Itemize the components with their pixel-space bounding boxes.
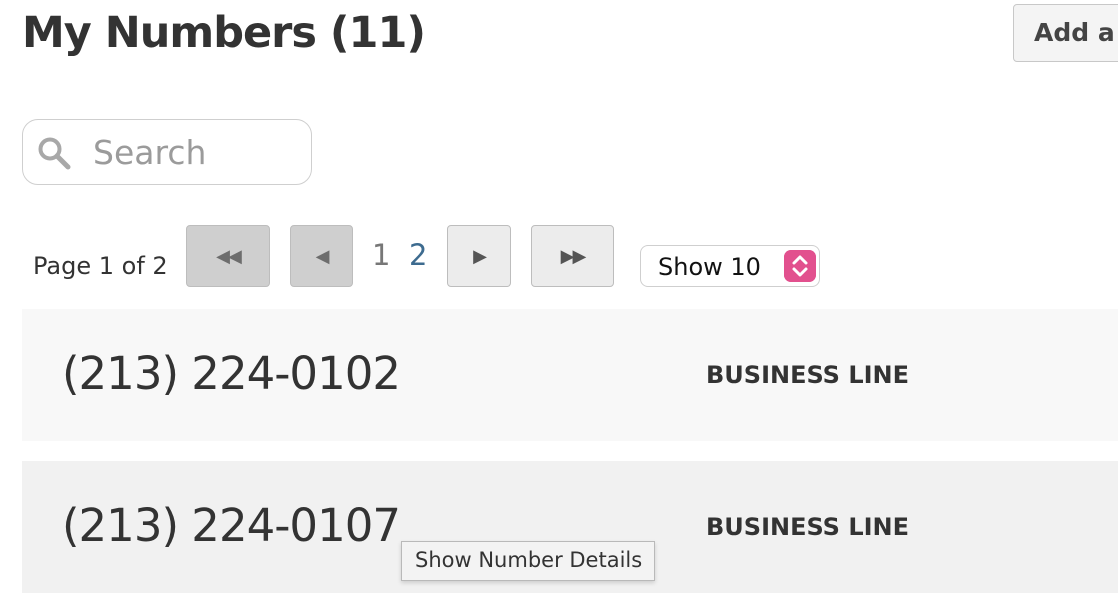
first-page-button[interactable]: ◀◀ (186, 225, 270, 287)
search-icon (38, 137, 71, 170)
add-user-button[interactable]: Add a U (1013, 4, 1118, 62)
page-number-link[interactable]: 2 (409, 238, 427, 272)
phone-number: (213) 224-0102 (62, 347, 401, 400)
page-number-current: 1 (372, 238, 391, 272)
tooltip: Show Number Details (401, 541, 655, 581)
number-row[interactable]: (213) 224-0102 BUSINESS LINE (22, 309, 1118, 441)
phone-number: (213) 224-0107 (62, 499, 401, 552)
search-field[interactable] (22, 119, 312, 185)
prev-page-button[interactable]: ◀ (290, 225, 353, 287)
line-type: BUSINESS LINE (706, 513, 910, 541)
page-size-select[interactable]: Show 10 (640, 245, 820, 287)
page-size-value: Show 10 (658, 253, 761, 281)
page-indicator: Page 1 of 2 (33, 252, 168, 280)
last-page-button[interactable]: ▶▶ (531, 225, 614, 287)
page-title: My Numbers (11) (22, 8, 426, 58)
search-input[interactable] (93, 132, 293, 172)
select-arrows-icon (784, 250, 816, 282)
next-page-button[interactable]: ▶ (447, 225, 511, 287)
line-type: BUSINESS LINE (706, 361, 910, 389)
